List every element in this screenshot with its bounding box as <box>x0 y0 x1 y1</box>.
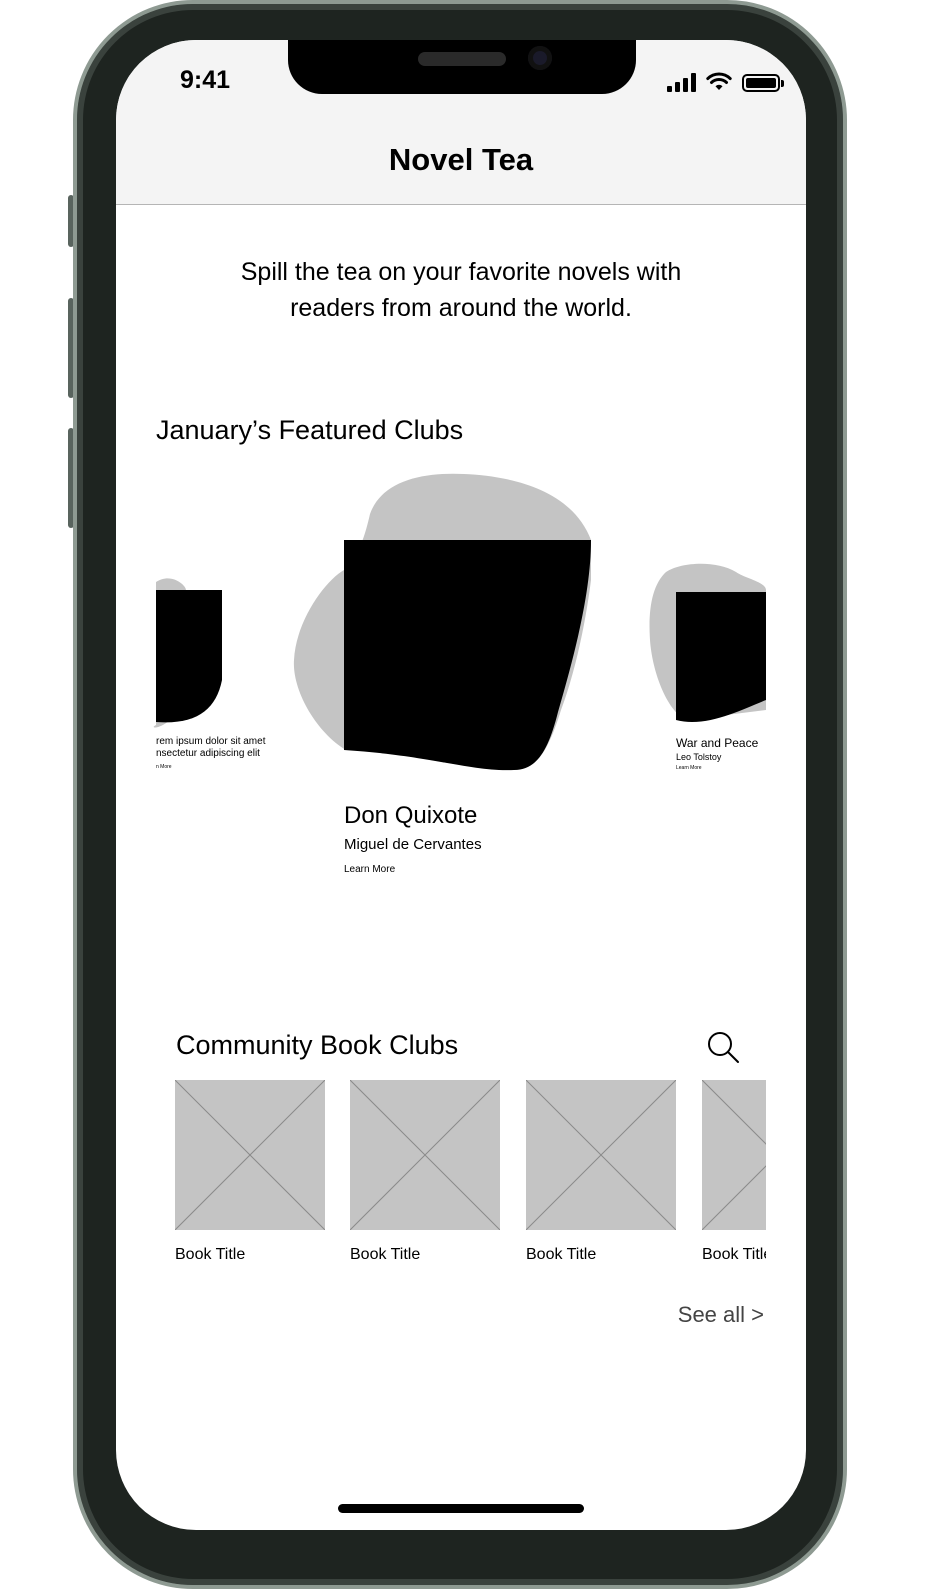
club-title: Don Quixote <box>344 802 478 829</box>
book-title: Book Title <box>350 1246 421 1263</box>
book-thumbnail-placeholder <box>702 1080 766 1230</box>
wifi-icon <box>706 72 732 90</box>
learn-more-link[interactable]: Learn More <box>344 864 395 875</box>
book-title: Book Title <box>702 1246 766 1263</box>
status-time: 9:41 <box>180 66 231 94</box>
community-clubs-heading: Community Book Clubs <box>176 1030 459 1060</box>
learn-more-link[interactable]: Learn More <box>676 765 702 771</box>
book-club-item[interactable]: Book Title <box>526 1080 676 1263</box>
book-thumbnail-placeholder <box>526 1080 676 1230</box>
battery-icon <box>742 74 784 92</box>
page-title: Novel Tea <box>388 142 534 177</box>
featured-club-card-next[interactable]: War and Peace Leo Tolstoy Learn More <box>646 560 766 780</box>
learn-more-link[interactable]: n More <box>156 764 172 770</box>
phone-screen: 9:41 Novel Tea Spill the tea on your fav… <box>116 40 806 1530</box>
front-camera <box>528 46 552 70</box>
cellular-signal-icon <box>667 72 696 92</box>
book-title: Book Title <box>175 1246 246 1263</box>
book-title: Book Title <box>526 1246 597 1263</box>
featured-clubs-heading: January’s Featured Clubs <box>156 415 464 445</box>
home-indicator[interactable] <box>338 1504 584 1513</box>
search-icon[interactable] <box>706 1030 740 1064</box>
status-icons <box>667 72 784 92</box>
club-cover-blob <box>293 473 591 771</box>
featured-club-card[interactable]: Don Quixote Miguel de Cervantes Learn Mo… <box>286 470 626 880</box>
featured-club-card-prev[interactable]: rem ipsum dolor sit amet, nsectetur adip… <box>116 570 266 770</box>
book-thumbnail-placeholder <box>175 1080 325 1230</box>
club-cover-blob <box>153 578 222 728</box>
book-club-item[interactable]: Book Title <box>702 1080 766 1280</box>
club-cover-blob <box>649 563 766 722</box>
club-title: War and Peace <box>676 736 759 750</box>
app-tagline: Spill the tea on your favorite novels wi… <box>240 258 682 322</box>
book-club-item[interactable]: Book Title <box>350 1080 500 1263</box>
earpiece-speaker <box>418 52 506 66</box>
see-all-link[interactable]: See all > <box>678 1302 764 1328</box>
club-author: Miguel de Cervantes <box>344 836 482 853</box>
camera-notch <box>288 40 636 94</box>
club-title: rem ipsum dolor sit amet, nsectetur adip… <box>156 736 266 759</box>
book-club-item[interactable]: Book Title <box>175 1080 325 1263</box>
book-thumbnail-placeholder <box>350 1080 500 1230</box>
club-author: Leo Tolstoy <box>676 752 722 762</box>
